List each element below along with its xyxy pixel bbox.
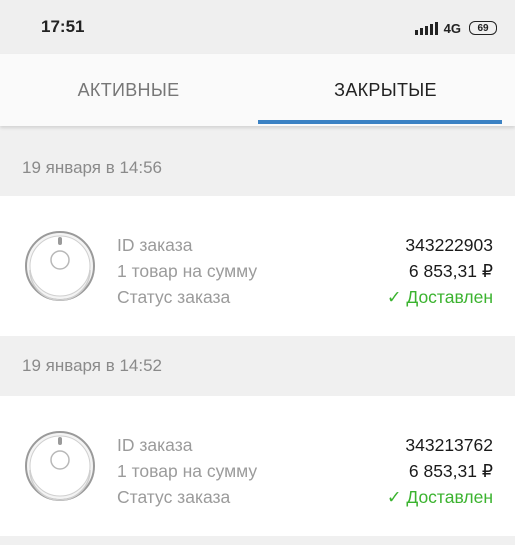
order-id-label: ID заказа — [117, 435, 193, 455]
date-header: 19 января в 14:52 — [0, 336, 515, 396]
order-id-label: ID заказа — [117, 235, 193, 255]
order-sum-label: 1 товар на сумму — [117, 261, 258, 281]
order-values: 343213762 6 853,31 ₽ ✓ Доставлен — [387, 432, 493, 510]
tab-bar: АКТИВНЫЕ ЗАКРЫТЫЕ — [0, 54, 515, 126]
order-status-label: Статус заказа — [117, 487, 231, 507]
order-id-value: 343213762 — [405, 435, 493, 455]
network-type: 4G — [443, 20, 461, 36]
order-sum-label: 1 товар на сумму — [117, 461, 258, 481]
order-labels: ID заказа 1 товар на сумму Статус заказа — [117, 232, 257, 310]
status-time: 17:51 — [41, 17, 85, 36]
order-status-label: Статус заказа — [117, 287, 231, 307]
robot-vacuum-icon — [25, 431, 95, 501]
order-status-value: ✓ Доставлен — [386, 287, 493, 307]
battery-level: 69 — [477, 22, 489, 34]
order-status-value: ✓ Доставлен — [386, 487, 493, 507]
date-header: 19 января в 14:56 — [0, 138, 515, 198]
order-date: 19 января в 14:56 — [22, 158, 163, 177]
tab-active-orders[interactable]: АКТИВНЫЕ — [0, 54, 257, 126]
robot-vacuum-icon — [25, 231, 95, 301]
order-sum-value: 6 853,31 ₽ — [408, 461, 493, 481]
order-id-value: 343222903 — [405, 235, 493, 255]
status-icons: 4G 69 — [414, 18, 497, 38]
order-sum-value: 6 853,31 ₽ — [408, 261, 493, 281]
tab-closed-orders[interactable]: ЗАКРЫТЫЕ — [257, 54, 514, 126]
signal-icon — [414, 21, 438, 35]
order-values: 343222903 6 853,31 ₽ ✓ Доставлен — [387, 232, 493, 310]
tab-indicator — [258, 120, 502, 124]
status-bar: 17:51 4G 69 — [0, 0, 515, 54]
order-date: 19 января в 14:52 — [22, 356, 163, 375]
order-labels: ID заказа 1 товар на сумму Статус заказа — [117, 432, 257, 510]
order-card[interactable]: ID заказа 1 товар на сумму Статус заказа… — [0, 396, 515, 536]
order-card[interactable]: ID заказа 1 товар на сумму Статус заказа… — [0, 196, 515, 336]
battery-icon: 69 — [469, 21, 497, 35]
